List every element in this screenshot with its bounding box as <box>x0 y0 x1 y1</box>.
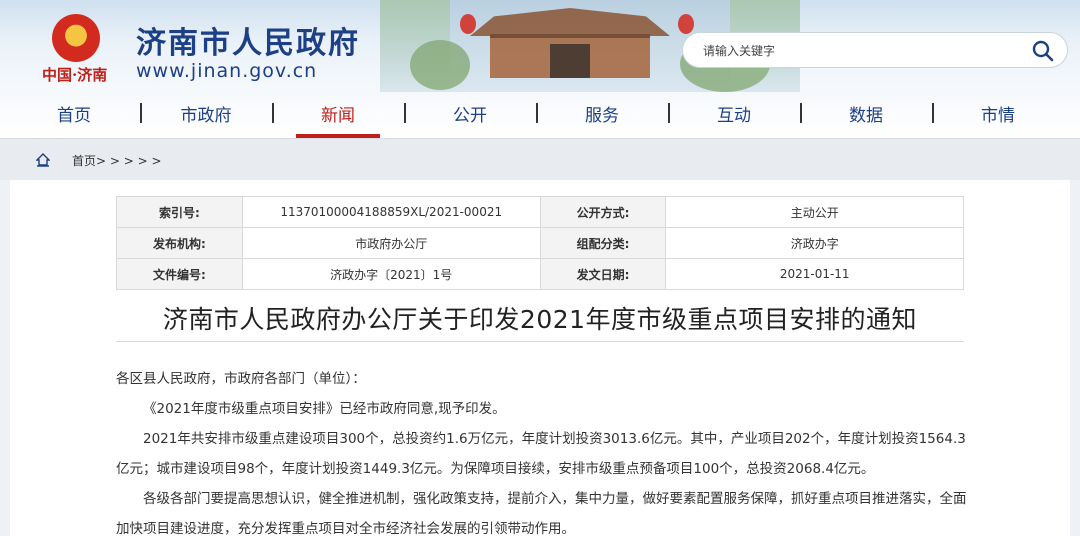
nav-item-news[interactable]: 新闻 <box>288 101 388 127</box>
nav-item-data[interactable]: 数据 <box>816 101 916 127</box>
document-title: 济南市人民政府办公厅关于印发2021年度市级重点项目安排的通知 <box>162 305 918 334</box>
pavilion-roof <box>470 8 670 36</box>
table-row: 索引号: 11370100004188859XL/2021-00021 公开方式… <box>116 196 964 228</box>
article-content: 索引号: 11370100004188859XL/2021-00021 公开方式… <box>10 180 1070 536</box>
search-icon[interactable] <box>1031 39 1055 63</box>
paragraph: 《2021年度市级重点项目安排》已经市政府同意,现予印发。 <box>143 401 506 417</box>
open-mode-value: 主动公开 <box>665 196 964 228</box>
salutation: 各区县人民政府，市政府各部门（单位）： <box>116 371 366 387</box>
nav-divider <box>272 103 274 123</box>
nav-divider <box>800 103 802 123</box>
jinan-logo-text: 中国·济南 <box>42 66 108 84</box>
index-label: 索引号: <box>116 196 243 228</box>
paragraph: 各级各部门要提高思想认识，健全推进机制，强化政策支持，提前介入，集中力量，做好要… <box>116 491 967 536</box>
home-icon[interactable] <box>36 153 50 167</box>
site-title[interactable]: 济南市人民政府 <box>136 18 360 62</box>
nav-divider <box>668 103 670 123</box>
issue-date-value: 2021-01-11 <box>665 258 964 290</box>
index-value: 11370100004188859XL/2021-00021 <box>241 196 541 228</box>
pavilion-door <box>550 44 590 78</box>
category-value: 济政办字 <box>665 227 964 259</box>
search-input[interactable] <box>703 41 1023 61</box>
star-icon: ★ <box>66 22 83 43</box>
nav-item-open[interactable]: 公开 <box>420 101 520 127</box>
issue-date-label: 发文日期: <box>539 258 667 290</box>
nav-item-home[interactable]: 首页 <box>24 101 124 127</box>
document-body: 各区县人民政府，市政府各部门（单位）： 《2021年度市级重点项目安排》已经市政… <box>116 364 976 536</box>
site-header: ★ 中国·济南 济南市人民政府 www.jinan.gov.cn <box>0 0 1080 92</box>
category-label: 组配分类: <box>539 227 667 259</box>
lantern-left <box>460 14 476 34</box>
nav-item-city-info[interactable]: 市情 <box>948 101 1048 127</box>
document-meta-table: 索引号: 11370100004188859XL/2021-00021 公开方式… <box>116 196 964 290</box>
nav-item-service[interactable]: 服务 <box>552 101 652 127</box>
national-emblem-icon: ★ <box>52 14 100 62</box>
publisher-value: 市政府办公厅 <box>241 227 541 259</box>
paragraph: 2021年共安排市级重点建设项目300个，总投资约1.6万亿元，年度计划投资30… <box>116 431 966 477</box>
publisher-label: 发布机构: <box>116 227 243 259</box>
search-box <box>682 32 1068 68</box>
table-row: 文件编号: 济政办字〔2021〕1号 发文日期: 2021-01-11 <box>116 258 964 290</box>
doc-number-label: 文件编号: <box>116 258 243 290</box>
nav-divider <box>140 103 142 123</box>
breadcrumb-text[interactable]: 首页> > > > > <box>72 152 162 169</box>
tree-left <box>410 40 470 90</box>
title-divider <box>116 341 964 342</box>
nav-divider <box>536 103 538 123</box>
nav-item-government[interactable]: 市政府 <box>156 101 256 127</box>
table-row: 发布机构: 市政府办公厅 组配分类: 济政办字 <box>116 227 964 259</box>
breadcrumb: 首页> > > > > <box>0 138 1080 180</box>
open-mode-label: 公开方式: <box>539 196 667 228</box>
nav-divider <box>932 103 934 123</box>
nav-item-interaction[interactable]: 互动 <box>684 101 784 127</box>
nav-divider <box>404 103 406 123</box>
doc-number-value: 济政办字〔2021〕1号 <box>241 258 541 290</box>
lantern-right <box>678 14 694 34</box>
main-nav: 首页 市政府 新闻 公开 服务 互动 数据 市情 <box>0 92 1080 138</box>
site-url[interactable]: www.jinan.gov.cn <box>136 60 317 82</box>
